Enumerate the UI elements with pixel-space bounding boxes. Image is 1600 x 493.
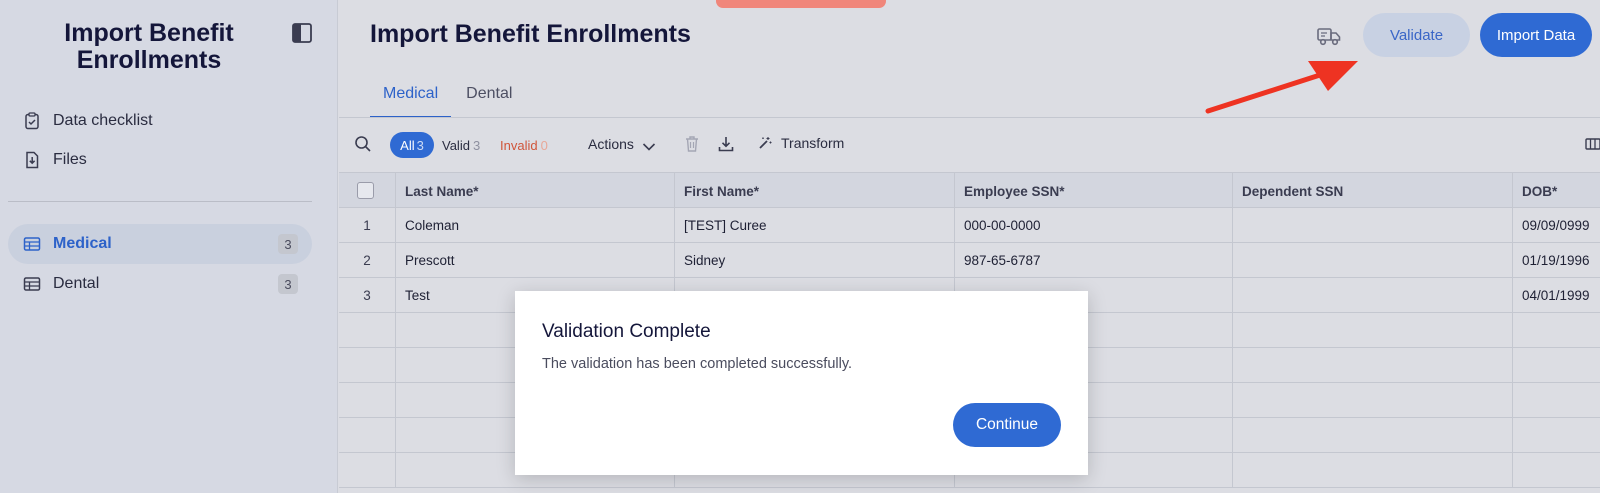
table-cell[interactable] [1512, 418, 1600, 453]
row-number [339, 383, 395, 418]
column-header[interactable]: Last Name* [395, 173, 674, 209]
validation-complete-dialog: Validation Complete The validation has b… [515, 291, 1088, 475]
tab-medical[interactable]: Medical [370, 82, 452, 118]
filter-invalid-count: 0 [540, 138, 548, 153]
table-cell[interactable]: [TEST] Curee [674, 208, 954, 243]
table-cell[interactable] [1232, 348, 1512, 383]
transform-label: Transform [781, 135, 845, 151]
table-cell[interactable]: Sidney [674, 243, 954, 278]
sidebar-item-count: 3 [278, 234, 298, 254]
table-cell[interactable] [1232, 453, 1512, 488]
table-cell[interactable] [1232, 383, 1512, 418]
filter-valid-count: 3 [472, 138, 481, 153]
table-cell[interactable] [1232, 278, 1512, 313]
app-title: Import Benefit Enrollments [64, 19, 234, 74]
page-title: Import Benefit Enrollments [370, 20, 691, 48]
dialog-title: Validation Complete [542, 321, 711, 342]
table-cell[interactable] [1232, 418, 1512, 453]
sidebar-item-data-checklist[interactable]: Data checklist [8, 101, 312, 141]
table-row: 2 Prescott Sidney 987-65-6787 01/19/1996 [339, 243, 1600, 278]
table-cell[interactable] [1232, 243, 1512, 278]
filter-all-label: All [400, 137, 415, 153]
tab-dental[interactable]: Dental [453, 82, 525, 118]
table-cell[interactable]: 987-65-6787 [954, 243, 1232, 278]
import-data-button[interactable]: Import Data [1480, 13, 1592, 57]
table-cell[interactable]: Prescott [395, 243, 674, 278]
select-all-checkbox[interactable] [357, 182, 374, 199]
filter-all-pill[interactable]: All 3 [390, 132, 434, 158]
table-cell[interactable] [1512, 383, 1600, 418]
chevron-down-icon [642, 139, 656, 151]
column-header[interactable]: DOB* [1512, 173, 1600, 209]
sidebar-item-label: Dental [53, 275, 100, 292]
actions-label: Actions [588, 136, 634, 152]
table-icon [23, 235, 41, 253]
sidebar-collapse-icon[interactable] [291, 22, 313, 44]
sheet-tabs: Medical Dental [370, 82, 527, 118]
columns-icon[interactable] [1585, 137, 1600, 151]
grid-header: Last Name* First Name* Employee SSN* Dep… [339, 172, 1600, 209]
transform-button[interactable]: Transform [758, 135, 844, 151]
continue-button[interactable]: Continue [953, 403, 1061, 447]
sidebar-item-label: Data checklist [53, 112, 153, 129]
table-cell[interactable]: 01/19/1996 [1512, 243, 1600, 278]
row-number [339, 453, 395, 488]
trash-icon[interactable] [684, 135, 700, 153]
table-row: 1 Coleman [TEST] Curee 000-00-0000 09/09… [339, 208, 1600, 243]
filter-invalid[interactable]: Invalid 0 [500, 138, 548, 153]
row-number [339, 313, 395, 348]
actions-dropdown[interactable]: Actions [588, 136, 656, 152]
dialog-message: The validation has been completed succes… [542, 356, 853, 372]
grid-toolbar: All 3 Valid 3 Invalid 0 Actions Transform [339, 118, 1600, 172]
filter-valid[interactable]: Valid 3 [442, 138, 480, 153]
column-header[interactable]: First Name* [674, 173, 954, 209]
column-header[interactable]: Dependent SSN [1232, 173, 1512, 209]
magic-wand-icon [758, 136, 772, 150]
clipboard-check-icon [23, 112, 41, 130]
filter-all-count: 3 [416, 137, 424, 153]
sidebar-item-files[interactable]: Files [8, 140, 312, 180]
table-cell[interactable]: Coleman [395, 208, 674, 243]
sidebar-item-medical[interactable]: Medical 3 [8, 224, 312, 264]
row-number: 1 [363, 218, 371, 233]
filter-invalid-label: Invalid [500, 138, 538, 153]
table-icon [23, 275, 41, 293]
annotation-arrow [1205, 61, 1358, 114]
table-cell[interactable] [1232, 208, 1512, 243]
row-number: 3 [363, 288, 371, 303]
sidebar-item-count: 3 [278, 274, 298, 294]
filter-valid-label: Valid [442, 138, 470, 153]
sidebar-item-label: Medical [53, 235, 112, 252]
truck-icon[interactable] [1316, 25, 1342, 47]
table-cell[interactable]: 000-00-0000 [954, 208, 1232, 243]
table-cell[interactable]: 09/09/0999 [1512, 208, 1600, 243]
sidebar-divider [8, 201, 312, 202]
row-number [339, 348, 395, 383]
table-cell[interactable] [1512, 348, 1600, 383]
sidebar: Import Benefit Enrollments Data checklis… [0, 0, 338, 493]
row-number: 2 [363, 253, 371, 268]
table-cell[interactable]: 04/01/1999 [1512, 278, 1600, 313]
validate-button[interactable]: Validate [1363, 13, 1470, 57]
sidebar-item-label: Files [53, 151, 87, 168]
top-notification-edge [716, 0, 886, 8]
download-icon[interactable] [717, 135, 735, 153]
search-icon[interactable] [354, 135, 372, 153]
table-cell[interactable] [1232, 313, 1512, 348]
table-cell[interactable] [1512, 453, 1600, 488]
table-cell[interactable] [1512, 313, 1600, 348]
row-number [339, 418, 395, 453]
sidebar-item-dental[interactable]: Dental 3 [8, 264, 312, 304]
file-import-icon [23, 151, 41, 169]
column-header[interactable]: Employee SSN* [954, 173, 1232, 209]
